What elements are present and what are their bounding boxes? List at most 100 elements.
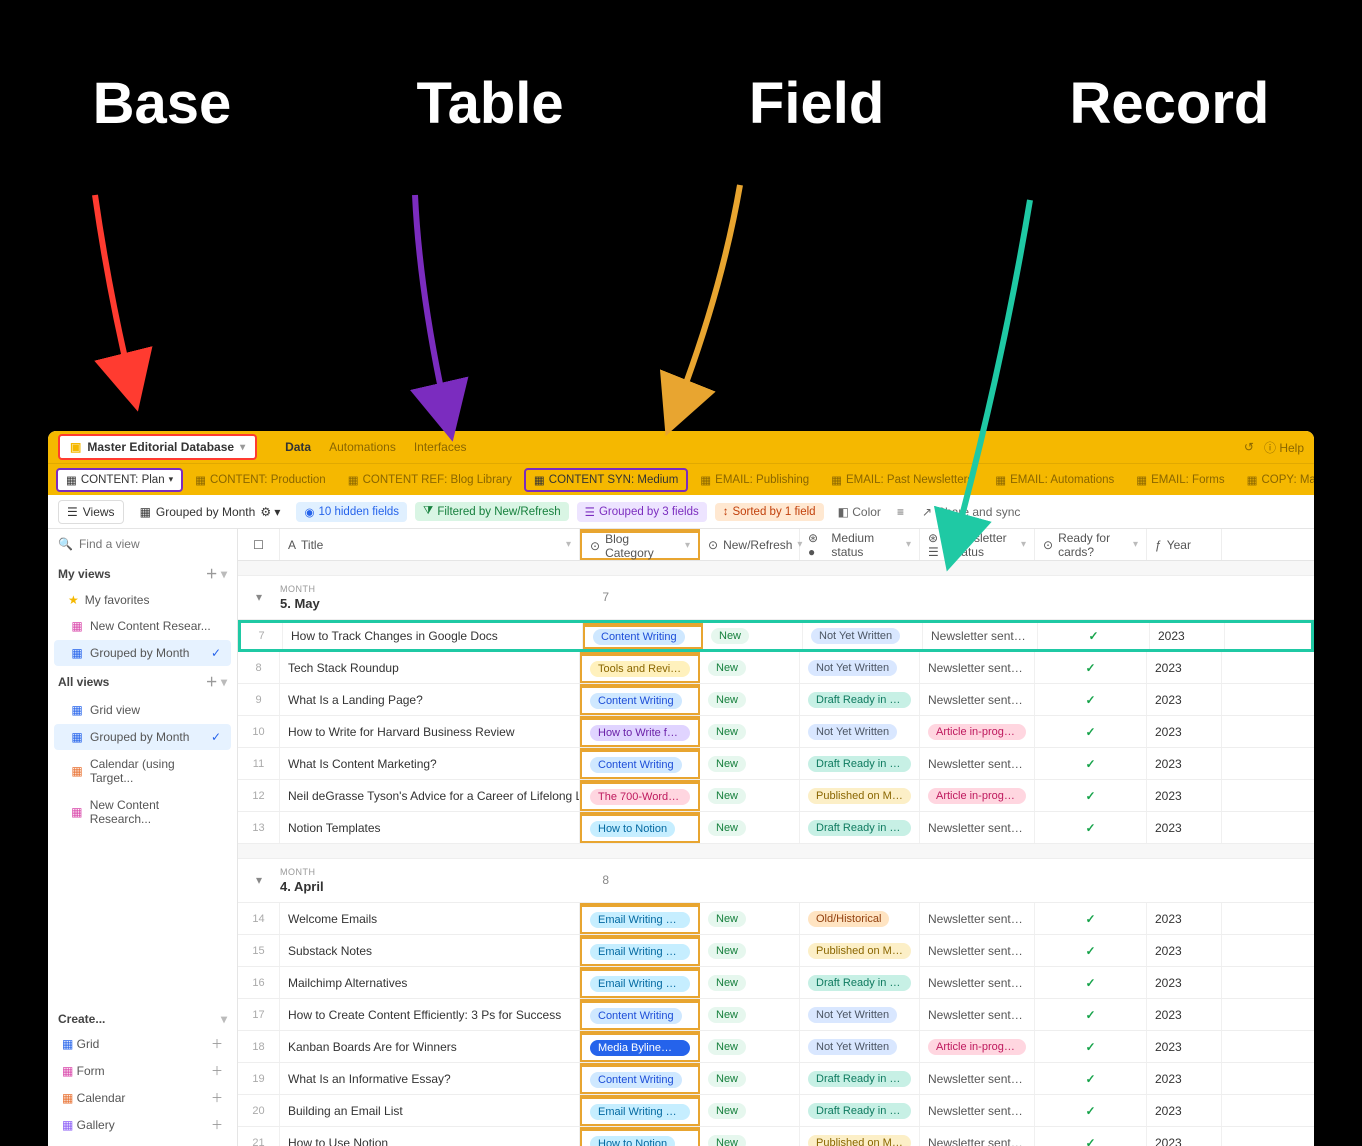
cell-newsletter-status[interactable]: Article in-progress [920,716,1035,747]
cell-medium-status[interactable]: Draft Ready in Medium [800,967,920,998]
table-row[interactable]: 12Neil deGrasse Tyson's Advice for a Car… [238,780,1314,812]
cell-title[interactable]: How to Create Content Efficiently: 3 Ps … [280,999,580,1030]
cell-new-refresh[interactable]: New [700,716,800,747]
header-medium-status[interactable]: ⊛ ● Medium status▾ [800,529,920,560]
table-row[interactable]: 15Substack NotesEmail Writing and Mark..… [238,935,1314,967]
table-row[interactable]: 8Tech Stack RoundupTools and ReviewsNewN… [238,652,1314,684]
plus-icon[interactable]: ＋ [206,567,218,581]
cell-ready[interactable]: ✓ [1035,780,1147,811]
row-number[interactable]: 18 [238,1031,280,1062]
cell-new-refresh[interactable]: New [700,780,800,811]
table-tab[interactable]: ▦ EMAIL: Forms [1126,468,1234,492]
cell-year[interactable]: 2023 [1147,1063,1222,1094]
chip-hidden-fields[interactable]: ◉ 10 hidden fields [296,502,407,522]
cell-medium-status[interactable]: Not Yet Written [800,1031,920,1062]
cell-ready[interactable]: ✓ [1035,903,1147,934]
cell-newsletter-status[interactable]: Newsletter sent, Docu... [923,623,1038,649]
table-tab[interactable]: ▦ EMAIL: Past Newsletters [821,468,983,492]
nav-data[interactable]: Data [285,440,311,454]
help-link[interactable]: ⓘ Help [1264,439,1304,456]
table-row[interactable]: 20Building an Email ListEmail Writing an… [238,1095,1314,1127]
cell-ready[interactable]: ✓ [1035,967,1147,998]
table-row[interactable]: 18Kanban Boards Are for WinnersMedia Byl… [238,1031,1314,1063]
chip-grouped[interactable]: ☰ Grouped by 3 fields [577,502,707,522]
row-number[interactable]: 9 [238,684,280,715]
cell-newsletter-status[interactable]: Newsletter sent, Docu... [920,967,1035,998]
chevron-down-icon[interactable]: ▾ [221,567,227,581]
cell-blog-category[interactable]: Content Writing [580,1063,700,1094]
row-number[interactable]: 21 [238,1127,280,1146]
history-icon[interactable]: ↺ [1244,440,1254,454]
cell-ready[interactable]: ✓ [1035,1127,1147,1146]
cell-title[interactable]: Substack Notes [280,935,580,966]
cell-medium-status[interactable]: Not Yet Written [800,999,920,1030]
cell-newsletter-status[interactable]: Article in-progress [920,1031,1035,1062]
cell-ready[interactable]: ✓ [1035,999,1147,1030]
header-new-refresh[interactable]: ⊙ New/Refresh▾ [700,529,800,560]
table-row[interactable]: 11What Is Content Marketing?Content Writ… [238,748,1314,780]
cell-medium-status[interactable]: Published on Medium [800,935,920,966]
cell-new-refresh[interactable]: New [700,748,800,779]
nav-interfaces[interactable]: Interfaces [414,440,467,454]
cell-blog-category[interactable]: Media Byline—Fast Co... [580,1031,700,1062]
cell-new-refresh[interactable]: New [700,684,800,715]
sidebar-view-item[interactable]: ▦New Content Research... [54,792,231,832]
row-height-button[interactable]: ≡ [897,505,904,519]
cell-year[interactable]: 2023 [1147,999,1222,1030]
table-tab[interactable]: ▦ CONTENT SYN: Medium [524,468,688,492]
table-row[interactable]: 17How to Create Content Efficiently: 3 P… [238,999,1314,1031]
cell-title[interactable]: Mailchimp Alternatives [280,967,580,998]
plus-icon[interactable]: ＋ [206,675,218,689]
grid-area[interactable]: ☐ A Title▾ ⊙ Blog Category▾ ⊙ New/Refres… [238,529,1314,1146]
sidebar-view-item[interactable]: ▦Calendar (using Target... [54,751,231,791]
cell-year[interactable]: 2023 [1147,903,1222,934]
cell-medium-status[interactable]: Draft Ready in Medium [800,1063,920,1094]
cell-blog-category[interactable]: Content Writing [580,999,700,1030]
cell-medium-status[interactable]: Not Yet Written [800,652,920,683]
cell-blog-category[interactable]: Email Writing and Mark... [580,1095,700,1126]
cell-ready[interactable]: ✓ [1035,748,1147,779]
cell-year[interactable]: 2023 [1147,1095,1222,1126]
cell-ready[interactable]: ✓ [1035,935,1147,966]
cell-medium-status[interactable]: Not Yet Written [803,623,923,649]
cell-blog-category[interactable]: Content Writing [583,623,703,649]
create-form[interactable]: ▦ Form＋ [58,1057,227,1084]
table-row[interactable]: 19What Is an Informative Essay?Content W… [238,1063,1314,1095]
cell-newsletter-status[interactable]: Newsletter sent, Docu... [920,903,1035,934]
nav-automations[interactable]: Automations [329,440,396,454]
cell-ready[interactable]: ✓ [1038,623,1150,649]
cell-year[interactable]: 2023 [1150,623,1225,649]
row-number[interactable]: 13 [238,812,280,843]
cell-medium-status[interactable]: Draft Ready in Medium [800,812,920,843]
header-checkbox[interactable]: ☐ [238,529,280,560]
row-number[interactable]: 8 [238,652,280,683]
cell-blog-category[interactable]: How to Write for X [580,716,700,747]
chip-filtered[interactable]: ⧩ Filtered by New/Refresh [415,502,569,521]
header-year[interactable]: ƒ Year [1147,529,1222,560]
cell-year[interactable]: 2023 [1147,748,1222,779]
table-row[interactable]: 14Welcome EmailsEmail Writing and Mark..… [238,903,1314,935]
color-button[interactable]: ◧ Color [838,505,881,519]
table-row[interactable]: 7How to Track Changes in Google DocsCont… [238,620,1314,652]
sidebar-view-item[interactable]: ▦Grouped by Month✓ [54,640,231,666]
row-number[interactable]: 10 [238,716,280,747]
row-number[interactable]: 17 [238,999,280,1030]
current-view[interactable]: ▦ Grouped by Month ⚙ ▾ [132,501,289,523]
table-row[interactable]: 9What Is a Landing Page?Content WritingN… [238,684,1314,716]
cell-new-refresh[interactable]: New [700,1031,800,1062]
cell-new-refresh[interactable]: New [700,1095,800,1126]
cell-new-refresh[interactable]: New [703,623,803,649]
cell-year[interactable]: 2023 [1147,652,1222,683]
cell-title[interactable]: Welcome Emails [280,903,580,934]
table-row[interactable]: 10How to Write for Harvard Business Revi… [238,716,1314,748]
row-number[interactable]: 19 [238,1063,280,1094]
table-tab[interactable]: ▦ CONTENT REF: Blog Library [338,468,522,492]
table-tab[interactable]: ▦ EMAIL: Automations [985,468,1124,492]
cell-blog-category[interactable]: Email Writing and Mark... [580,967,700,998]
cell-medium-status[interactable]: Draft Ready in Medium [800,1095,920,1126]
cell-newsletter-status[interactable]: Newsletter sent, Docu... [920,1095,1035,1126]
row-number[interactable]: 11 [238,748,280,779]
cell-title[interactable]: How to Track Changes in Google Docs [283,623,583,649]
table-tab[interactable]: ▦ COPY: Market Research [1237,468,1314,492]
row-number[interactable]: 14 [238,903,280,934]
